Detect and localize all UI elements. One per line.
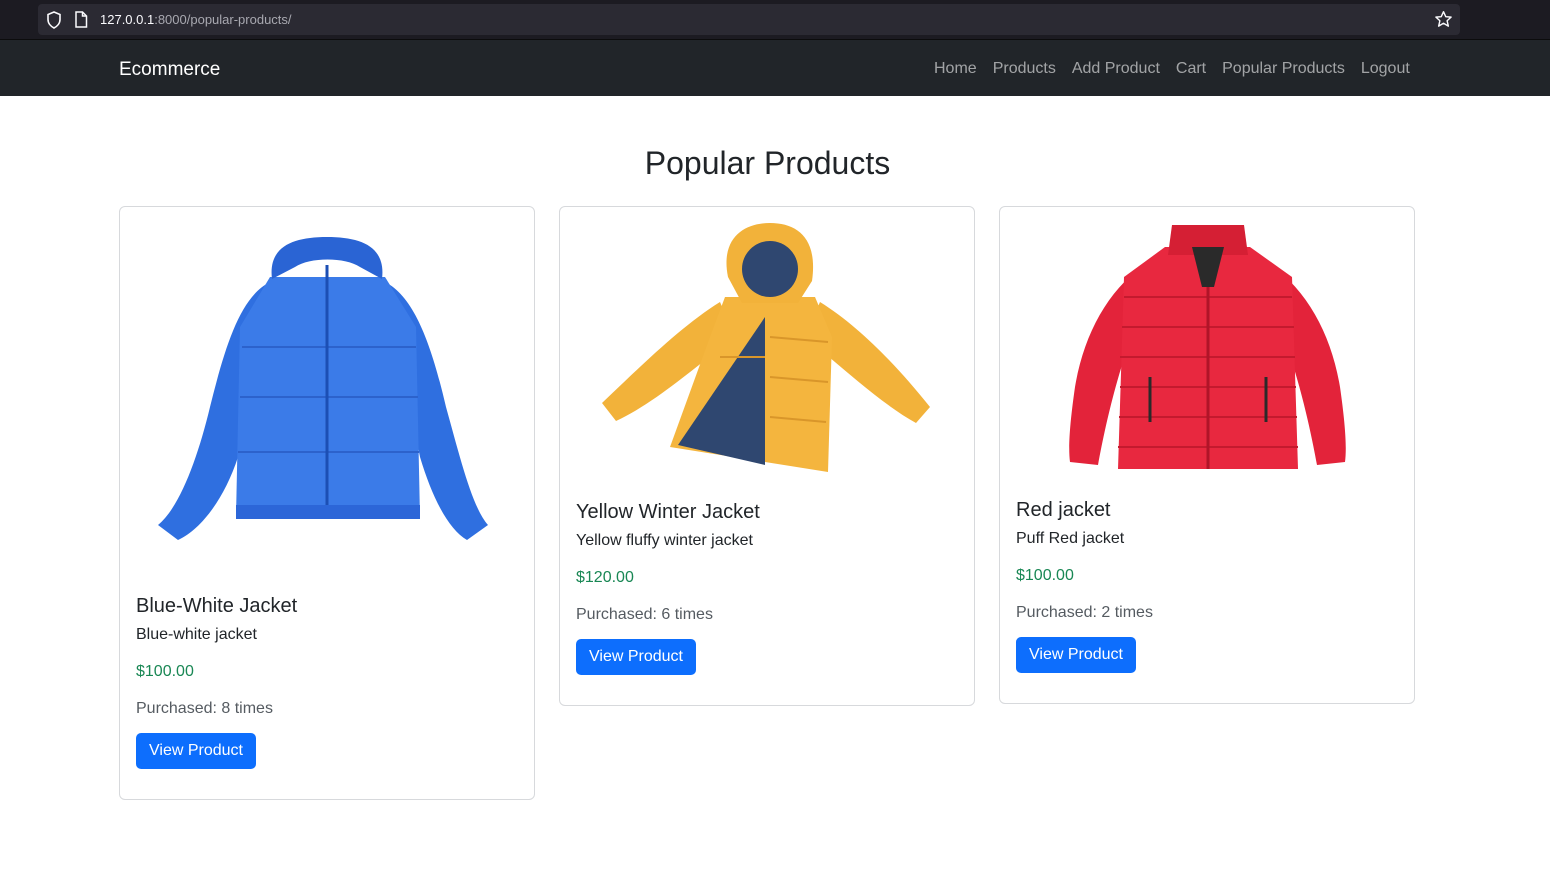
product-price: $100.00: [1016, 567, 1074, 584]
nav-link-cart[interactable]: Cart: [1168, 60, 1214, 78]
product-description: Puff Red jacket: [1016, 530, 1125, 547]
page-title: Popular Products: [644, 145, 891, 181]
view-product-button[interactable]: View Product: [1016, 637, 1136, 673]
product-price: $100.00: [136, 663, 194, 680]
product-card: Blue-White Jacket Blue-white jacket $100…: [119, 206, 535, 800]
product-card: Red jacket Puff Red jacket $100.00 Purch…: [999, 206, 1415, 704]
nav-link-logout[interactable]: Logout: [1353, 60, 1418, 78]
product-name: Red jacket: [1016, 499, 1111, 521]
product-description: Yellow fluffy winter jacket: [576, 532, 753, 549]
purchase-count: Purchased: 6 times: [576, 606, 713, 623]
shield-icon[interactable]: [46, 11, 62, 29]
product-image-yellow-jacket: [602, 223, 930, 472]
nav-link-home[interactable]: Home: [926, 60, 985, 78]
card-body: Red jacket Puff Red jacket $100.00 Purch…: [1016, 499, 1153, 673]
view-product-button[interactable]: View Product: [576, 639, 696, 675]
url-text[interactable]: 127.0.0.1:8000/popular-products/: [100, 12, 292, 27]
product-price: $120.00: [576, 569, 634, 586]
url-path: :8000/popular-products/: [154, 12, 292, 27]
nav-link-add-product[interactable]: Add Product: [1064, 60, 1168, 78]
page-icon: [75, 11, 88, 28]
bookmark-star-icon[interactable]: [1434, 10, 1453, 29]
url-host: 127.0.0.1: [100, 12, 155, 27]
product-image-red-jacket: [1069, 225, 1346, 469]
card-body: Yellow Winter Jacket Yellow fluffy winte…: [576, 501, 760, 675]
purchase-count: Purchased: 8 times: [136, 700, 273, 717]
view-product-button[interactable]: View Product: [136, 733, 256, 769]
product-description: Blue-white jacket: [136, 626, 257, 643]
nav-link-popular-products[interactable]: Popular Products: [1214, 60, 1353, 78]
product-name: Blue-White Jacket: [136, 595, 298, 617]
nav-link-products[interactable]: Products: [985, 60, 1064, 78]
product-image-blue-jacket: [158, 237, 488, 540]
card-body: Blue-White Jacket Blue-white jacket $100…: [136, 595, 297, 769]
site-navbar: Ecommerce Home Products Add Product Cart…: [0, 40, 1550, 96]
navbar-brand[interactable]: Ecommerce: [119, 59, 220, 81]
browser-toolbar: 127.0.0.1:8000/popular-products/: [0, 0, 1550, 40]
product-name: Yellow Winter Jacket: [576, 501, 760, 523]
purchase-count: Purchased: 2 times: [1016, 604, 1153, 621]
product-card: Yellow Winter Jacket Yellow fluffy winte…: [559, 206, 975, 706]
nav-links: Home Products Add Product Cart Popular P…: [926, 60, 1418, 78]
